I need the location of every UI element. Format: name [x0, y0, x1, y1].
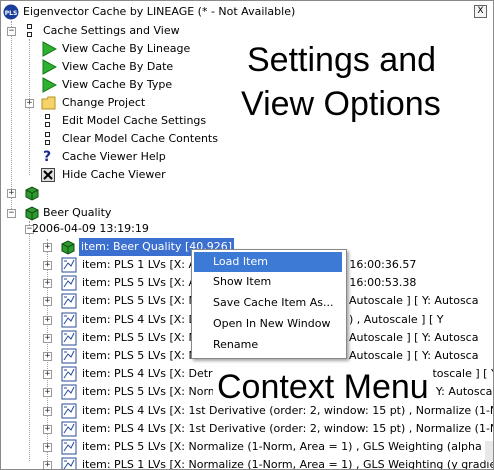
- settings-label: Cache Settings and View: [43, 24, 180, 37]
- expand-icon[interactable]: +: [43, 279, 52, 289]
- cache-help-label: Cache Viewer Help: [62, 150, 166, 163]
- play-icon: [42, 59, 57, 75]
- tree-item-tail-label: ) , Autoscale ] [ Y: [349, 312, 444, 326]
- menu-item-save-as[interactable]: Save Cache Item As...: [194, 293, 342, 313]
- cache-viewer-window: PLS Eigenvector Cache by LINEAGE (* - No…: [0, 0, 494, 470]
- collapse-icon[interactable]: −: [7, 209, 16, 218]
- tree-line: [29, 221, 30, 461]
- tree-item-tail-label: Autoscale ] [ Y: Autosca: [349, 349, 479, 362]
- tree-item-label: item: PLS 4 LVs [X: 1st Derivative (orde…: [82, 421, 494, 435]
- close-button[interactable]: X: [474, 5, 487, 18]
- view-by-lineage-label: View Cache By Lineage: [62, 42, 191, 55]
- model-icon: [61, 257, 77, 273]
- model-icon: [61, 403, 77, 419]
- expand-icon[interactable]: +: [43, 406, 52, 416]
- model-icon: [61, 330, 77, 346]
- pls-logo-icon: PLS: [3, 4, 19, 20]
- expand-icon[interactable]: +: [43, 388, 52, 398]
- data-cube-icon: [25, 186, 39, 201]
- view-by-date-label: View Cache By Date: [62, 60, 174, 73]
- data-cube-icon: [25, 206, 39, 221]
- tree-item-label: item: PLS 1 LVs [X: Au: [82, 258, 203, 271]
- tree-line: [11, 21, 12, 215]
- tree-item-label: item: PLS 4 LVs [X: D: [82, 312, 197, 326]
- expand-icon[interactable]: +: [43, 352, 52, 361]
- settings-icon: [45, 114, 50, 127]
- expand-icon[interactable]: +: [7, 189, 16, 198]
- tree-item-label: item: PLS 1 LVs [X: Normalize (1-Norm, A…: [82, 458, 494, 470]
- menu-item-open-new-window[interactable]: Open In New Window: [194, 314, 342, 334]
- settings-icon: [45, 132, 50, 145]
- annotation-settings-line2: View Options: [241, 85, 441, 123]
- model-icon: [61, 384, 77, 400]
- context-menu: Load Item Show Item Save Cache Item As..…: [191, 249, 347, 359]
- tree-item-label: item: PLS 5 LVs [X: Normalize (1-Norm, A…: [82, 440, 494, 453]
- play-icon: [42, 41, 57, 57]
- root-label: Eigenvector Cache by LINEAGE (* - Not Av…: [23, 5, 296, 18]
- annotation-context-menu: Context Menu: [213, 368, 433, 406]
- edit-cache-settings-label: Edit Model Cache Settings: [62, 114, 207, 127]
- expand-icon[interactable]: +: [43, 315, 52, 325]
- change-project-label: Change Project: [62, 96, 146, 109]
- menu-item-rename[interactable]: Rename: [194, 335, 342, 355]
- tree-item-label: item: PLS 5 LVs [X: Au: [82, 276, 203, 290]
- play-icon: [42, 77, 57, 93]
- folder-icon: [41, 96, 56, 110]
- svg-text:PLS: PLS: [5, 10, 18, 17]
- menu-item-load[interactable]: Load Item: [194, 252, 342, 272]
- menu-item-show[interactable]: Show Item: [194, 272, 342, 292]
- expand-icon[interactable]: +: [43, 261, 52, 270]
- model-icon: [61, 293, 77, 309]
- annotation-settings-line1: Settings and: [247, 41, 437, 79]
- expand-icon[interactable]: +: [25, 99, 34, 108]
- expand-icon[interactable]: +: [43, 297, 52, 307]
- scrollbar[interactable]: [485, 441, 493, 461]
- tree-item-tail-label: Autoscale ] [ Y: Autosca: [349, 294, 479, 308]
- model-icon: [61, 366, 77, 382]
- expand-icon[interactable]: +: [43, 461, 52, 469]
- model-icon: [61, 312, 77, 328]
- model-icon: [61, 439, 77, 455]
- expand-icon[interactable]: +: [43, 424, 52, 434]
- date-label: 2006-04-09 13:19:19: [32, 222, 149, 235]
- clear-cache-label: Clear Model Cache Contents: [62, 132, 218, 145]
- model-icon: [61, 421, 77, 437]
- close-box-icon: [41, 168, 55, 182]
- view-by-type-label: View Cache By Type: [62, 78, 173, 91]
- model-icon: [61, 457, 77, 469]
- hide-viewer-label: Hide Cache Viewer: [62, 168, 166, 181]
- data-cube-icon: [61, 240, 75, 255]
- collapse-icon[interactable]: −: [7, 27, 16, 36]
- tree-item-label: item: PLS 5 LVs [X: N: [82, 330, 197, 344]
- settings-icon: [27, 24, 32, 37]
- tree-item-tail-label: Autoscale ] [ Y: Autosca: [349, 330, 479, 344]
- expand-icon[interactable]: +: [43, 333, 52, 343]
- tree-item-label: item: PLS 5 LVs [X: N: [82, 349, 197, 362]
- model-icon: [61, 275, 77, 291]
- tree-item-label: item: PLS 5 LVs [X: N: [82, 294, 197, 308]
- expand-icon[interactable]: +: [43, 443, 52, 452]
- expand-icon[interactable]: +: [43, 243, 52, 252]
- help-icon: ?: [43, 149, 52, 165]
- expand-icon[interactable]: +: [43, 370, 52, 380]
- model-icon: [61, 348, 77, 364]
